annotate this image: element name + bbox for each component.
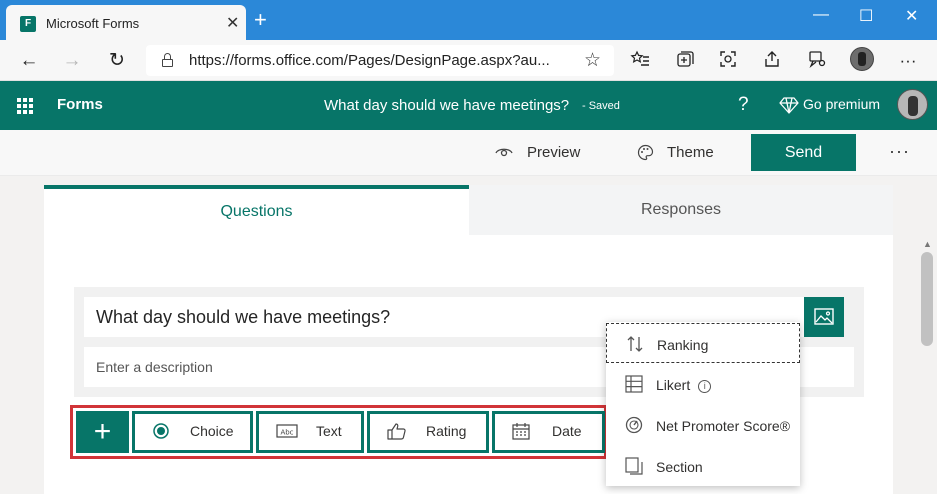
menu-item-label: Net Promoter Score®	[656, 418, 791, 434]
user-avatar[interactable]	[897, 89, 928, 120]
theme-button[interactable]: Theme	[667, 144, 714, 161]
saved-status: - Saved	[582, 100, 620, 112]
browser-title-bar: F Microsoft Forms ✕ + — ☐ ✕	[0, 0, 937, 40]
add-new-plus-icon[interactable]: +	[76, 411, 129, 453]
back-icon[interactable]: ←	[16, 48, 42, 74]
url-text[interactable]: https://forms.office.com/Pages/DesignPag…	[189, 52, 550, 69]
command-bar: Preview Theme Send ···	[0, 130, 937, 176]
menu-item-label: Likert i	[656, 377, 712, 393]
new-tab-icon[interactable]: +	[254, 9, 267, 31]
tab-title: Microsoft Forms	[46, 16, 140, 31]
lock-icon[interactable]	[162, 53, 173, 67]
designer-tabs: Questions Responses	[44, 185, 893, 235]
collections-icon[interactable]	[673, 49, 697, 73]
tab-questions[interactable]: Questions	[44, 185, 469, 235]
minimize-icon[interactable]: —	[813, 6, 829, 24]
thumbs-up-icon	[387, 423, 406, 440]
screenshot-icon[interactable]	[716, 49, 740, 73]
favorites-icon[interactable]	[628, 49, 652, 73]
share-icon[interactable]	[760, 49, 784, 73]
app-launcher-icon[interactable]	[17, 98, 33, 114]
add-date-label: Date	[552, 423, 582, 439]
browser-toolbar: ← → ↻ https://forms.office.com/Pages/Des…	[0, 40, 937, 81]
more-icon[interactable]: ···	[896, 49, 920, 73]
menu-item-label: Ranking	[657, 337, 709, 353]
maximize-icon[interactable]: ☐	[859, 6, 873, 26]
refresh-icon[interactable]: ↻	[104, 48, 130, 74]
menu-item-likert[interactable]: Likert i	[606, 364, 800, 404]
go-premium-link[interactable]: Go premium	[803, 96, 880, 112]
forms-favicon-icon: F	[20, 16, 36, 32]
add-choice-label: Choice	[190, 423, 234, 439]
profile-avatar[interactable]	[850, 47, 874, 71]
add-text-label: Text	[316, 423, 342, 439]
help-icon[interactable]: ?	[738, 94, 749, 116]
menu-item-ranking[interactable]: Ranking	[606, 323, 800, 363]
tab-responses[interactable]: Responses	[469, 185, 893, 235]
add-question-bar: + Choice Abc Text Rating Date	[70, 405, 607, 459]
forms-app-bar: Forms What day should we have meetings? …	[0, 81, 937, 130]
likert-grid-icon	[625, 375, 643, 393]
send-button[interactable]: Send	[751, 134, 856, 171]
browser-tab[interactable]: F Microsoft Forms ✕	[6, 5, 246, 40]
palette-icon	[637, 144, 654, 161]
ranking-icon	[627, 336, 643, 352]
diamond-icon[interactable]	[779, 95, 799, 115]
likert-label: Likert	[656, 377, 691, 393]
svg-text:Abc: Abc	[280, 429, 293, 437]
scroll-up-icon[interactable]: ▲	[923, 239, 932, 249]
scroll-thumb[interactable]	[921, 252, 933, 346]
calendar-icon	[512, 423, 530, 440]
more-options-icon[interactable]: ···	[889, 141, 910, 162]
info-icon[interactable]: i	[698, 380, 712, 393]
add-choice-button[interactable]: Choice	[132, 411, 253, 453]
feedback-icon[interactable]	[805, 49, 829, 73]
add-text-button[interactable]: Abc Text	[256, 411, 364, 453]
more-question-types-menu: Ranking Likert i Net Promoter Score® Sect…	[606, 322, 800, 486]
tab-close-icon[interactable]: ✕	[226, 13, 239, 33]
address-bar[interactable]: https://forms.office.com/Pages/DesignPag…	[146, 45, 614, 76]
close-window-icon[interactable]: ✕	[905, 6, 918, 26]
add-date-button[interactable]: Date	[492, 411, 605, 453]
gauge-icon	[625, 416, 643, 434]
radio-icon	[153, 423, 169, 439]
preview-button[interactable]: Preview	[527, 144, 580, 161]
menu-item-section[interactable]: Section	[606, 446, 800, 486]
text-abc-icon: Abc	[276, 424, 298, 438]
add-rating-label: Rating	[426, 423, 467, 439]
image-icon	[814, 308, 834, 325]
add-rating-button[interactable]: Rating	[367, 411, 489, 453]
menu-item-label: Section	[656, 459, 703, 475]
page-scrollbar[interactable]: ▲	[917, 176, 937, 494]
favorite-star-icon[interactable]: ☆	[584, 49, 601, 72]
menu-item-net-promoter-score[interactable]: Net Promoter Score®	[606, 405, 800, 445]
eye-icon	[495, 148, 513, 157]
form-title-header: What day should we have meetings?	[324, 97, 570, 114]
forward-icon[interactable]: →	[59, 48, 85, 74]
insert-image-button[interactable]	[804, 297, 844, 337]
app-name[interactable]: Forms	[57, 96, 103, 113]
section-icon	[625, 457, 643, 475]
